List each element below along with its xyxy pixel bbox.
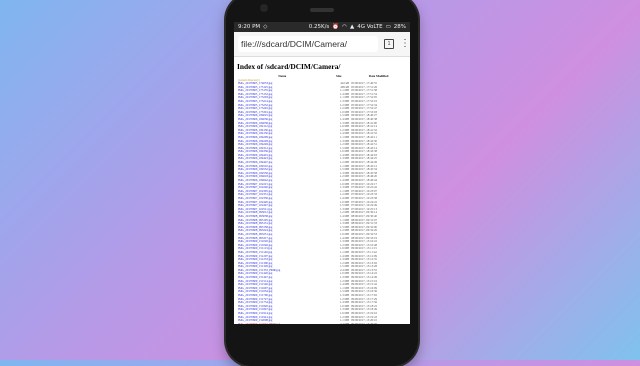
front-camera-icon [260,4,268,12]
alarm-icon: ⏰ [332,24,340,30]
file-date: 09/06/2017, 15:20:36 [351,321,377,324]
page-content: Index of /sdcard/DCIM/Camera/ Name Size … [234,57,410,324]
table-row[interactable]: IMG_20170609_152034_HDR.jpg 2.2 MB 09/06/2… [237,321,407,324]
address-bar[interactable]: file:///sdcard/DCIM/Camera/ [238,36,378,52]
phone-frame: 9:20 PM ◇ 0.25K/s ⏰ ◠ ▲ 4G VoLTE ▭ 28% f… [226,0,418,366]
kebab-menu-icon[interactable]: ⋮ [400,39,410,49]
file-name-link[interactable]: IMG_20170609_152034_HDR.jpg [237,322,327,324]
phone-screen: 9:20 PM ◇ 0.25K/s ⏰ ◠ ▲ 4G VoLTE ▭ 28% f… [234,22,410,324]
wifi-icon: ◠ [342,24,347,30]
signal-icon: ▲ [349,24,355,30]
notification-icon: ◇ [263,24,268,30]
browser-toolbar: file:///sdcard/DCIM/Camera/ 1 ⋮ [234,32,410,57]
battery-level: 28% [393,24,406,30]
status-bar: 9:20 PM ◇ 0.25K/s ⏰ ◠ ▲ 4G VoLTE ▭ 28% [234,22,410,32]
file-size: 2.2 MB [339,321,350,324]
network-speed: 0.25K/s [308,24,330,30]
battery-icon: ▭ [385,24,391,30]
speaker-grille [310,8,334,12]
network-type: 4G VoLTE [357,24,383,30]
file-table: Name Size Date Modified [parent director… [237,74,407,324]
tab-switcher-button[interactable]: 1 [384,39,394,49]
status-time: 9:20 PM [238,24,261,30]
page-title: Index of /sdcard/DCIM/Camera/ [237,62,341,71]
